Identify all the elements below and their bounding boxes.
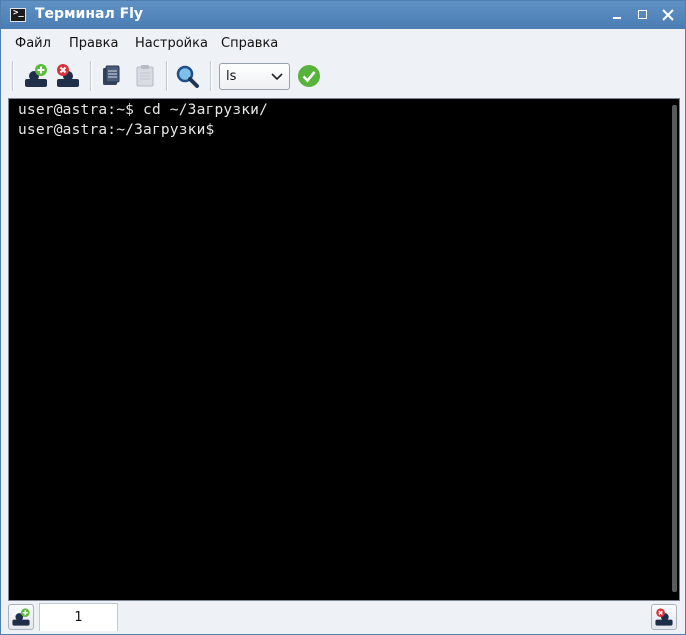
search-button[interactable]: [173, 62, 201, 90]
maximize-button[interactable]: [633, 5, 653, 25]
close-button[interactable]: [658, 5, 678, 25]
tab-bar: 1: [1, 601, 685, 634]
close-tab-bottom-button[interactable]: [651, 604, 677, 630]
add-user-icon: [25, 64, 47, 87]
add-user-icon: [12, 608, 30, 626]
tab-label: 1: [74, 610, 83, 625]
toolbar-separator: [166, 61, 168, 91]
maximize-icon: [638, 10, 647, 19]
remove-user-icon: [655, 608, 673, 626]
toolbar: ls: [1, 57, 685, 97]
minimize-icon: [613, 17, 621, 19]
window-title: Терминал Fly: [35, 6, 144, 22]
copy-icon: [103, 65, 120, 85]
terminal-line: user@astra:~$ cd ~/Загрузки/: [18, 102, 269, 118]
new-tab-bottom-button[interactable]: [8, 604, 34, 630]
menu-help[interactable]: Справка: [221, 36, 278, 51]
command-combobox[interactable]: ls: [219, 63, 290, 90]
minimize-button[interactable]: [607, 5, 627, 25]
checkmark-icon: [298, 65, 320, 87]
menu-settings[interactable]: Настройка: [135, 36, 208, 51]
toolbar-separator: [210, 61, 212, 91]
terminal-window: >_ Терминал Fly Файл Правка Настройка Сп…: [0, 0, 686, 635]
scrollbar[interactable]: [672, 105, 677, 592]
terminal-area[interactable]: user@astra:~$ cd ~/Загрузки/ user@astra:…: [8, 98, 680, 601]
paste-icon: [136, 65, 154, 87]
copy-button[interactable]: [97, 62, 125, 90]
close-tab-button[interactable]: [54, 62, 82, 90]
menu-bar: Файл Правка Настройка Справка: [1, 29, 685, 57]
close-icon: [662, 9, 674, 21]
menu-file[interactable]: Файл: [15, 36, 51, 51]
title-bar[interactable]: >_ Терминал Fly: [1, 1, 685, 29]
tab-1[interactable]: 1: [39, 603, 118, 631]
execute-button[interactable]: [295, 62, 323, 90]
toolbar-separator: [90, 61, 92, 91]
new-tab-button[interactable]: [22, 62, 50, 90]
paste-button[interactable]: [131, 62, 159, 90]
search-icon: [176, 65, 199, 88]
chevron-down-icon: [271, 73, 283, 81]
terminal-line: user@astra:~/Загрузки$: [18, 122, 215, 138]
terminal-app-icon: >_: [10, 8, 26, 22]
toolbar-separator: [12, 61, 14, 91]
menu-edit[interactable]: Правка: [69, 36, 118, 51]
remove-user-icon: [57, 64, 79, 87]
command-value: ls: [226, 69, 237, 84]
